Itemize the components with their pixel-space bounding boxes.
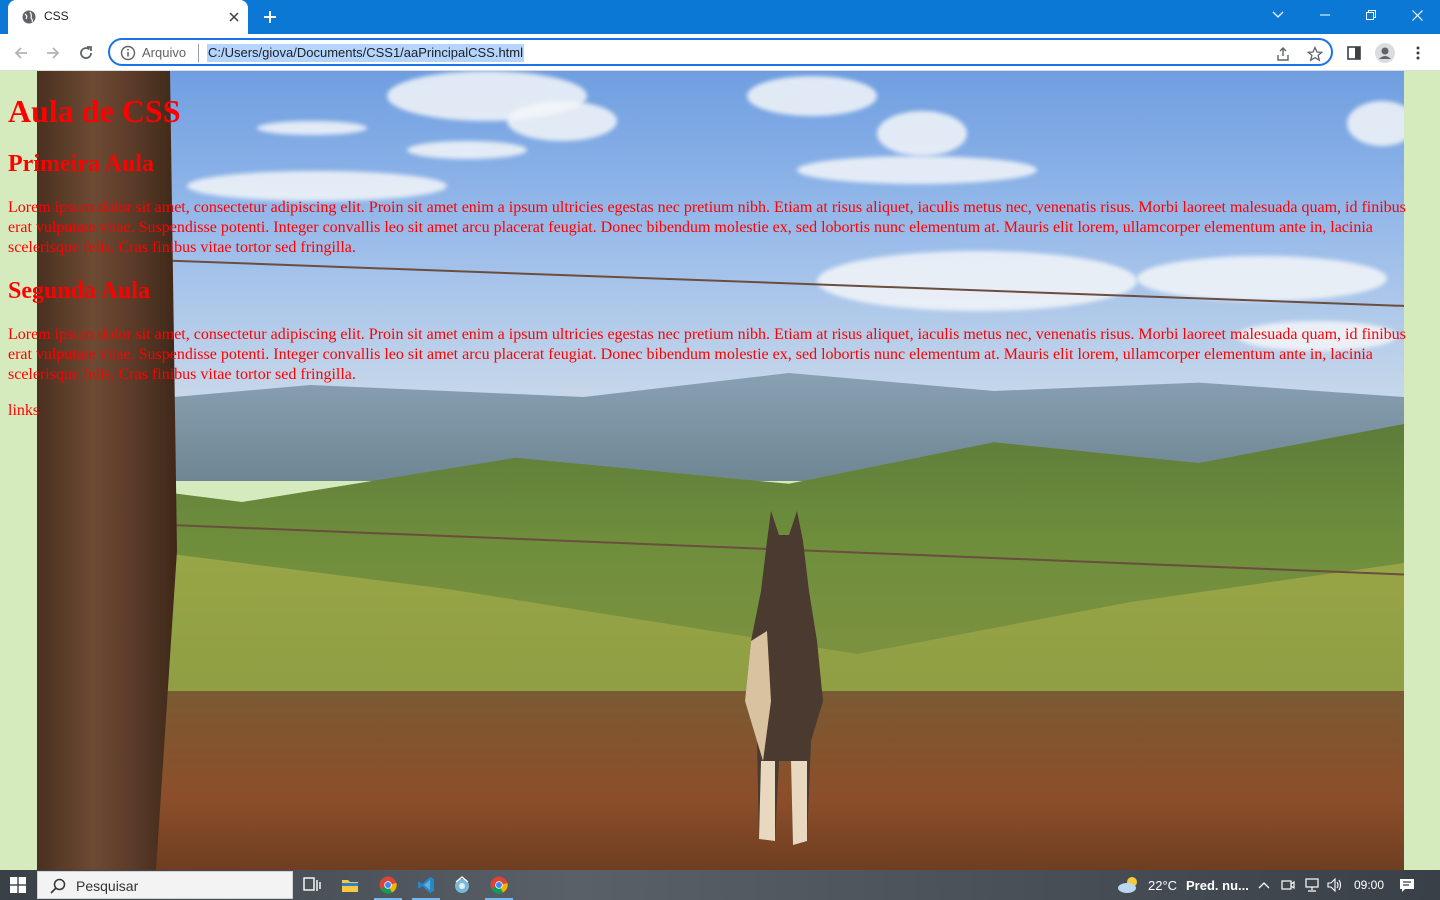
tab-search-button[interactable] — [1255, 0, 1301, 30]
section-paragraph-1: Lorem ipsum dolor sit amet, consectetur … — [8, 199, 1406, 256]
security-label: Arquivo — [142, 45, 187, 60]
meet-now-icon[interactable] — [1280, 877, 1296, 893]
minimize-button[interactable] — [1302, 0, 1348, 30]
back-button[interactable] — [9, 41, 33, 65]
network-icon[interactable] — [1304, 877, 1320, 893]
menu-button[interactable] — [1406, 41, 1430, 65]
chevron-down-icon — [1272, 11, 1284, 18]
browser-title-bar: CSS — [0, 0, 1440, 34]
bookmark-star-icon[interactable] — [1305, 44, 1325, 64]
share-icon[interactable] — [1273, 44, 1293, 64]
start-button[interactable] — [0, 870, 36, 900]
vscode-icon — [418, 877, 434, 893]
volume-icon[interactable] — [1327, 877, 1343, 893]
avatar-icon — [1375, 43, 1395, 63]
restore-button[interactable] — [1348, 0, 1394, 30]
browser-tab[interactable]: CSS — [8, 0, 248, 34]
file-explorer-button[interactable] — [332, 870, 368, 900]
app-button[interactable] — [444, 870, 480, 900]
task-view-icon — [303, 877, 321, 891]
more-vert-icon — [1416, 46, 1420, 60]
close-window-button[interactable] — [1394, 0, 1440, 30]
section-paragraph-2: Lorem ipsum dolor sit amet, consectetur … — [8, 326, 1406, 383]
file-explorer-icon — [342, 880, 358, 892]
taskbar-search[interactable]: Pesquisar — [37, 871, 293, 899]
notifications-icon[interactable] — [1399, 877, 1415, 893]
url-text[interactable]: C:/Users/giova/Documents/CSS1/aaPrincipa… — [207, 44, 525, 62]
chevron-up-icon[interactable] — [1256, 877, 1272, 893]
reload-icon — [80, 46, 92, 59]
taskbar: Pesquisar 22°C Pred. nu... 09:00 — [0, 870, 1440, 900]
weather-icon[interactable] — [1117, 877, 1141, 893]
tab-title: CSS — [44, 9, 69, 23]
weather-temperature[interactable]: 22°C — [1148, 878, 1177, 893]
browser-toolbar: Arquivo C:/Users/giova/Documents/CSS1/aa… — [0, 34, 1440, 71]
arrow-left-icon — [14, 47, 27, 59]
search-icon — [50, 878, 66, 894]
weather-forecast[interactable]: Pred. nu... — [1186, 878, 1249, 893]
close-icon[interactable] — [226, 9, 242, 25]
plus-icon — [264, 11, 276, 23]
arrow-right-icon — [47, 47, 60, 59]
vscode-button[interactable] — [408, 870, 444, 900]
restore-icon — [1366, 10, 1376, 20]
app-icon — [455, 876, 469, 893]
chrome-icon — [490, 876, 508, 894]
dog-figure — [745, 511, 823, 845]
globe-icon — [22, 10, 36, 24]
side-panel-icon — [1347, 46, 1361, 60]
page-viewport: Aula de CSS Primeira Aula Lorem ipsum do… — [0, 71, 1440, 870]
chrome-taskbar-button[interactable] — [370, 870, 406, 900]
chrome-icon — [379, 876, 397, 894]
clock[interactable]: 09:00 — [1354, 878, 1384, 892]
task-view-button[interactable] — [294, 870, 330, 900]
links-text: links — [8, 402, 40, 419]
address-bar[interactable]: Arquivo C:/Users/giova/Documents/CSS1/aa… — [108, 38, 1333, 66]
search-placeholder: Pesquisar — [76, 878, 139, 894]
section-title-primeira-aula: Primeira Aula — [8, 151, 154, 177]
section-title-segunda-aula: Segunda Aula — [8, 278, 151, 304]
chrome-taskbar-button-2[interactable] — [481, 870, 517, 900]
reload-button[interactable] — [74, 41, 98, 65]
side-panel-button[interactable] — [1342, 41, 1366, 65]
windows-logo-icon — [10, 877, 26, 893]
forward-button[interactable] — [41, 41, 65, 65]
profile-button[interactable] — [1373, 41, 1397, 65]
close-icon — [1411, 9, 1423, 21]
new-tab-button[interactable] — [258, 6, 282, 28]
address-separator — [198, 44, 199, 62]
page-title: Aula de CSS — [8, 93, 181, 129]
background-photo — [37, 71, 1404, 870]
minimize-icon — [1320, 14, 1330, 16]
info-icon[interactable] — [120, 45, 136, 61]
